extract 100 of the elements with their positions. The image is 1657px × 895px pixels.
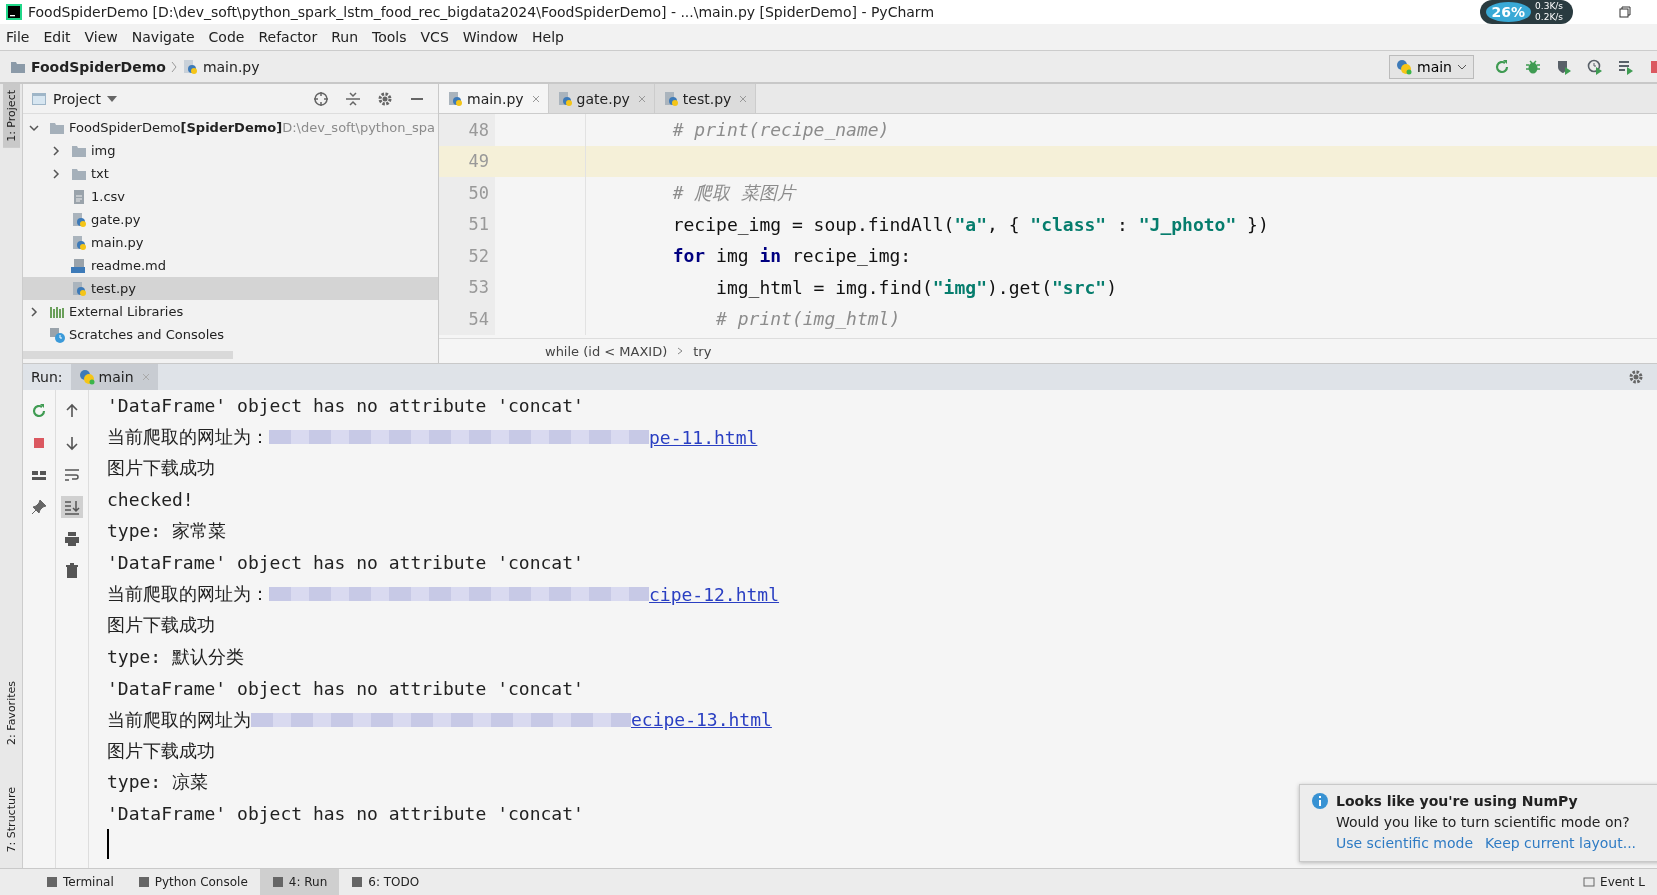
console-line: type: 家常菜 xyxy=(107,519,227,544)
tree-item[interactable]: FoodSpiderDemo[SpiderDemo]D:\dev_soft\python_spa xyxy=(23,116,438,139)
menu-item[interactable]: Tools xyxy=(372,29,407,45)
window-title: FoodSpiderDemo [D:\dev_soft\python_spark_lstm_food_rec_bigdata2024\FoodSpiderDemo] - ...\main.py [SpiderDemo] - PyCharm xyxy=(28,4,934,20)
line-number: 50 xyxy=(439,177,495,209)
menu-item[interactable]: Edit xyxy=(43,29,71,45)
breadcrumb-item[interactable]: FoodSpiderDemo xyxy=(31,58,166,75)
console-line: 'DataFrame' object has no attribute 'concat' xyxy=(107,552,584,574)
favorites-tool-tab[interactable]: 2: Favorites xyxy=(2,674,20,751)
console-line: 'DataFrame' object has no attribute 'concat' xyxy=(107,677,584,699)
event-log-tab[interactable]: Event L xyxy=(1571,869,1657,895)
structure-tool-tab[interactable]: 7: Structure xyxy=(2,780,20,858)
run-list-icon[interactable] xyxy=(1618,58,1634,75)
collapse-icon[interactable] xyxy=(345,90,361,107)
console-link[interactable]: ecipe-13.html xyxy=(631,709,772,731)
chevron-down-icon xyxy=(1457,63,1467,70)
tree-item[interactable]: External Libraries xyxy=(23,300,438,323)
tree-item[interactable]: txt xyxy=(23,162,438,185)
run-label: Run: xyxy=(31,369,63,385)
menu-item[interactable]: Help xyxy=(532,29,564,45)
menu-item[interactable]: Window xyxy=(462,29,518,45)
restore-icon[interactable] xyxy=(1619,6,1631,18)
tree-item[interactable]: main.py xyxy=(23,231,438,254)
menu-item[interactable]: Navigate xyxy=(131,29,195,45)
line-number: 54 xyxy=(439,303,495,335)
pycharm-logo-icon xyxy=(6,4,22,20)
menu-item[interactable]: View xyxy=(84,29,118,45)
menu-item[interactable]: Refactor xyxy=(258,29,318,45)
profile-icon[interactable] xyxy=(1587,58,1603,75)
breadcrumb-item[interactable]: while (id < MAXID) xyxy=(545,343,668,359)
code-line: recipe_img = soup.findAll("a", { "class" : "J_photo" }) xyxy=(671,213,1269,235)
notification-title: Looks like you're using NumPy xyxy=(1336,793,1578,809)
rerun-icon[interactable] xyxy=(1494,58,1510,75)
editor-tab[interactable]: test.py xyxy=(654,84,757,113)
tree-item[interactable]: readme.md xyxy=(23,254,438,277)
download-rate: 0.2K/s xyxy=(1535,12,1563,23)
console-line: 当前爬取的网址为 xyxy=(107,707,251,732)
cpu-percent: 26% xyxy=(1485,2,1532,22)
settings-icon[interactable] xyxy=(377,90,393,107)
locate-icon[interactable] xyxy=(313,90,329,107)
code-line: # print(recipe_name) xyxy=(671,119,890,141)
code-line: img_html = img.find("img").get("src") xyxy=(715,276,1118,298)
tool-window-tab[interactable]: Python Console xyxy=(125,869,260,895)
editor-tab[interactable]: gate.py xyxy=(548,84,655,113)
notification-text: Would you like to turn scientific mode on? xyxy=(1335,814,1631,830)
scroll-to-end-icon[interactable] xyxy=(61,496,83,518)
caret-icon[interactable] xyxy=(106,95,117,102)
python-file-icon xyxy=(447,90,463,107)
console-line: 'DataFrame' object has no attribute 'concat' xyxy=(107,803,584,825)
notification-link[interactable]: Use scientific mode xyxy=(1336,835,1474,851)
tree-item[interactable]: gate.py xyxy=(23,208,438,231)
breadcrumb-item[interactable]: try xyxy=(693,343,712,359)
console-line: checked! xyxy=(107,489,194,511)
python-file-icon xyxy=(71,280,87,297)
line-number: 51 xyxy=(439,208,495,240)
tool-window-icon xyxy=(46,876,58,888)
project-window-icon xyxy=(31,90,47,107)
stop-icon[interactable] xyxy=(1649,58,1657,75)
console-link[interactable]: pe-11.html xyxy=(649,426,758,448)
tree-item[interactable]: 1.csv xyxy=(23,185,438,208)
code-line: # print(img_html) xyxy=(715,308,901,330)
tool-window-tab[interactable]: 4: Run xyxy=(259,869,340,895)
coverage-icon[interactable] xyxy=(1556,58,1572,75)
scrollbar[interactable] xyxy=(23,351,233,359)
console-line: 图片下载成功 xyxy=(107,613,215,638)
console-line: 'DataFrame' object has no attribute 'concat' xyxy=(107,395,584,417)
line-number: 48 xyxy=(439,114,495,146)
console-link[interactable]: cipe-12.html xyxy=(649,583,780,605)
console-line: 当前爬取的网址为： xyxy=(107,582,269,607)
tree-item[interactable]: img xyxy=(23,139,438,162)
tool-window-tab[interactable]: 6: TODO xyxy=(339,869,432,895)
menu-item[interactable]: File xyxy=(6,29,30,45)
menu-item[interactable]: Run xyxy=(331,29,359,45)
notification-link[interactable]: Keep current layout... xyxy=(1485,835,1637,851)
console-line: type: 默认分类 xyxy=(107,644,245,669)
python-file-icon xyxy=(71,211,87,228)
tool-window-icon xyxy=(271,876,284,888)
text-file-icon xyxy=(71,188,87,205)
breadcrumb-item[interactable]: main.py xyxy=(202,58,260,75)
event-log-icon xyxy=(1583,876,1596,888)
settings-icon[interactable] xyxy=(1628,369,1644,385)
chevron-right-icon xyxy=(677,345,684,357)
tool-window-icon xyxy=(351,876,364,888)
run-tab[interactable]: main xyxy=(70,364,158,390)
project-tool-tab[interactable]: 1: Project xyxy=(2,84,20,148)
tool-window-tab[interactable]: Terminal xyxy=(34,869,126,895)
tree-item[interactable]: Scratches and Consoles xyxy=(23,323,438,346)
panel-title[interactable]: Project xyxy=(53,90,101,107)
menu-item[interactable]: VCS xyxy=(420,29,449,45)
close-icon[interactable] xyxy=(531,94,540,103)
tree-item[interactable]: test.py xyxy=(23,277,438,300)
run-config-dropdown[interactable]: main xyxy=(1389,54,1474,79)
editor-tab[interactable]: main.py xyxy=(439,84,549,113)
bug-icon[interactable] xyxy=(1525,58,1541,75)
markdown-file-icon xyxy=(71,257,87,274)
console-line: 图片下载成功 xyxy=(107,739,215,763)
upload-rate: 0.3K/s xyxy=(1535,1,1563,12)
python-file-icon xyxy=(181,58,198,75)
python-logo-icon xyxy=(1396,58,1412,75)
menu-item[interactable]: Code xyxy=(208,29,245,45)
